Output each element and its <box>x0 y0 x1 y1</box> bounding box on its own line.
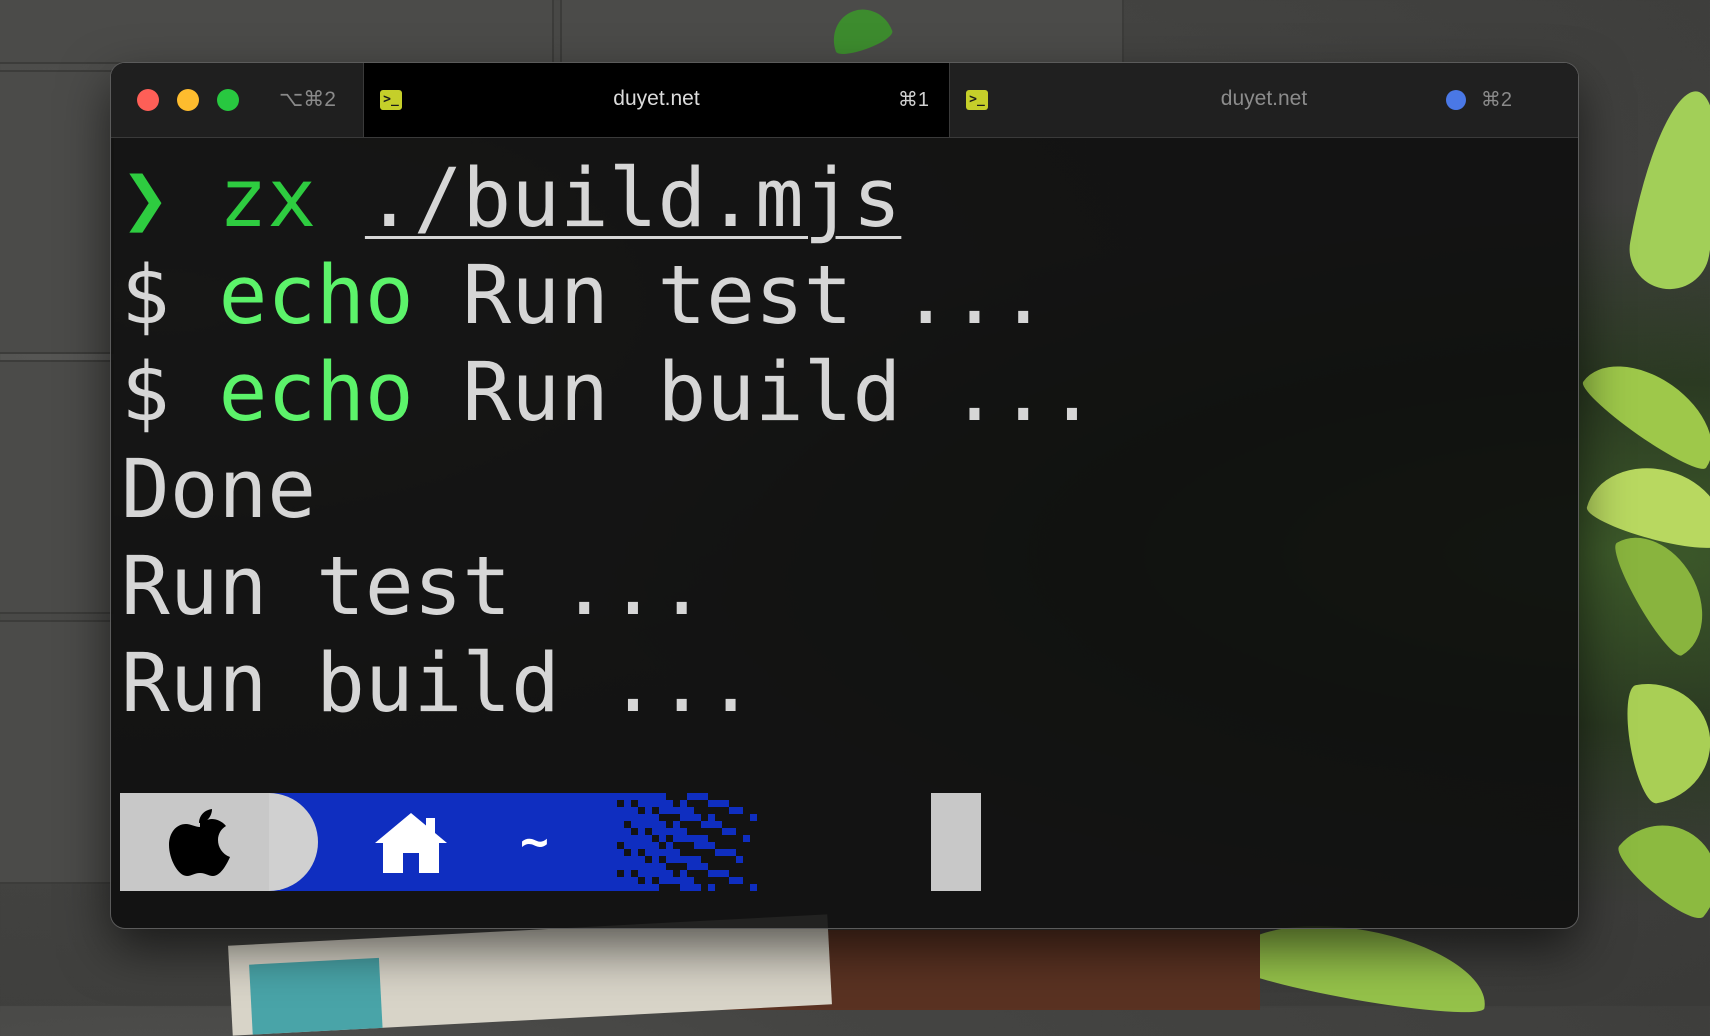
dither-transition <box>617 793 757 891</box>
tab-title: duyet.net <box>613 87 700 110</box>
tab-1[interactable]: >_ duyet.net ⌘1 <box>363 63 949 137</box>
command-args: Run test ... <box>462 249 1048 343</box>
command-name: zx <box>218 152 317 246</box>
prompt-chevron: ❯ <box>121 152 170 246</box>
tab-2[interactable]: >_ duyet.net ⌘2 <box>949 63 1578 137</box>
window-shortcut-label: ⌥⌘2 <box>279 88 336 111</box>
command-args: Run build ... <box>462 346 1097 440</box>
magazine-cover-art <box>249 957 383 1035</box>
tab-shortcut: ⌘1 <box>897 89 929 111</box>
script-path: ./build.mjs <box>364 152 902 246</box>
terminal-output[interactable]: ❯ zx ./build.mjs $ echo Run test ... $ e… <box>111 137 1578 928</box>
minimize-button[interactable] <box>177 89 199 111</box>
wall-slab <box>0 70 114 354</box>
plant-leaf <box>1623 84 1710 296</box>
terminal-line: ❯ zx ./build.mjs <box>121 150 901 248</box>
output-line: Done <box>121 443 317 537</box>
wall-slab <box>0 620 114 884</box>
close-button[interactable] <box>137 89 159 111</box>
plant-leaf <box>1620 673 1710 807</box>
text-cursor <box>931 793 981 891</box>
terminal-line: $ echo Run build ... <box>121 344 1096 442</box>
os-segment <box>120 793 269 891</box>
title-bar[interactable]: ⌥⌘2 >_ duyet.net ⌘1 >_ duyet.net ⌘2 <box>111 63 1578 138</box>
terminal-window: ⌥⌘2 >_ duyet.net ⌘1 >_ duyet.net ⌘2 ❯ zx… <box>111 63 1578 928</box>
plant-leaf <box>1576 342 1710 478</box>
shell-prefix: $ <box>121 346 170 440</box>
maximize-button[interactable] <box>217 89 239 111</box>
output-line: Run test ... <box>121 540 707 634</box>
tab-shortcut: ⌘2 <box>1480 89 1512 111</box>
directory-label: ~ <box>520 814 549 870</box>
output-line: Run build ... <box>121 637 755 731</box>
plant-leaf <box>1610 802 1710 928</box>
command-name: echo <box>218 346 414 440</box>
shell-prefix: $ <box>121 249 170 343</box>
home-icon <box>375 813 447 873</box>
wall-slab <box>0 0 554 64</box>
powerline-prompt: ~ <box>120 793 1120 891</box>
wall-slab <box>0 360 114 614</box>
activity-dot-icon <box>1446 90 1466 110</box>
apple-logo-icon <box>169 809 230 876</box>
magazine <box>228 914 832 1036</box>
command-name: echo <box>218 249 414 343</box>
terminal-line: $ echo Run test ... <box>121 247 1048 345</box>
